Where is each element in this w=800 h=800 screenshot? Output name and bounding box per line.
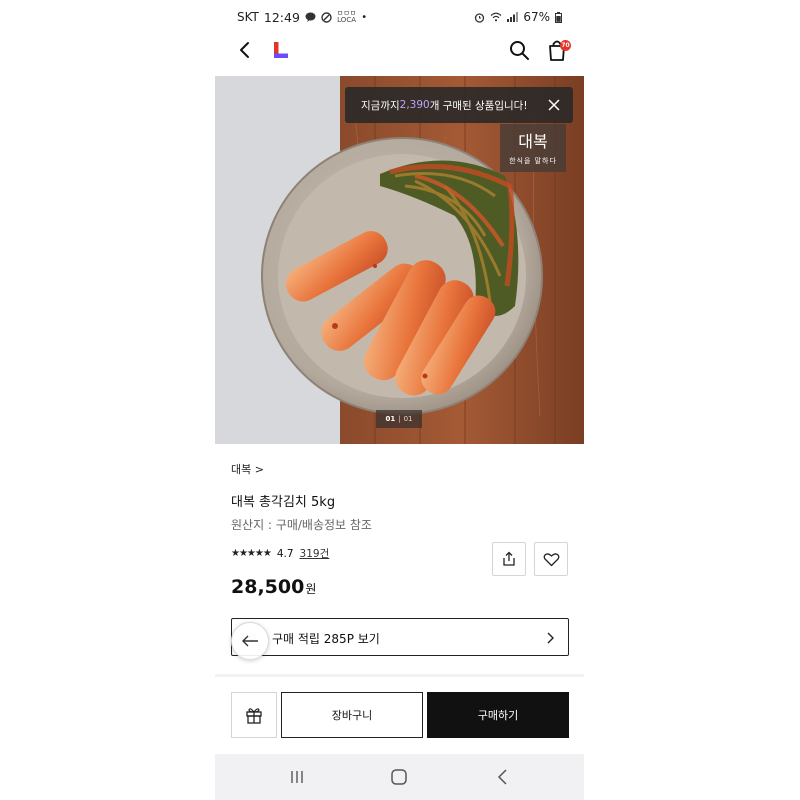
star-rating-icon: ★★★★★ xyxy=(231,548,272,559)
arrow-left-icon xyxy=(242,635,258,647)
product-title: 대복 총각김치 5kg xyxy=(231,495,336,510)
pager-separator: | xyxy=(398,415,401,423)
buy-now-button[interactable]: 구매하기 xyxy=(427,692,569,738)
banner-prefix: 지금까지 xyxy=(361,99,400,112)
add-to-cart-button[interactable]: 장바구니 xyxy=(281,692,423,738)
cart-count-badge: 70 xyxy=(560,40,571,51)
app-logo-icon: ㅁㅁㅁ LOCA xyxy=(336,9,357,24)
app-notification-icon xyxy=(321,11,332,23)
price-value: 28,500 xyxy=(231,576,305,598)
brand-watermark: 대복 한식을 말하다 xyxy=(500,124,566,172)
purchase-count: 2,390 xyxy=(399,99,430,111)
back-arrow-icon[interactable] xyxy=(235,40,255,60)
carrier-label: SKT xyxy=(237,10,259,24)
brand-link[interactable]: 대복 > xyxy=(231,461,264,477)
floating-back-button[interactable] xyxy=(231,622,269,660)
share-icon xyxy=(503,551,515,566)
app-screen: SKT 12:49 ㅁㅁㅁ LOCA • 67% 70 지금까지 2,390 개… xyxy=(215,0,584,800)
brand-watermark-title: 대복 xyxy=(518,132,548,151)
gift-button[interactable] xyxy=(231,692,277,738)
banner-suffix: 개 구매된 상품입니다! xyxy=(429,99,528,112)
wifi-icon xyxy=(490,12,502,22)
chevron-right-icon xyxy=(547,632,554,644)
app-header xyxy=(215,34,584,66)
system-navigation-bar xyxy=(215,754,584,800)
lotte-on-logo-icon[interactable] xyxy=(271,40,291,60)
heart-icon xyxy=(543,552,559,566)
signal-icon xyxy=(507,12,519,22)
price-currency: 원 xyxy=(305,582,317,596)
share-button[interactable] xyxy=(492,542,526,576)
product-origin: 원산지 : 구매/배송정보 참조 xyxy=(231,518,372,532)
points-text: 구매 적립 285P 보기 xyxy=(272,632,380,646)
rating-row: ★★★★★ 4.7 319건 xyxy=(231,546,329,561)
battery-icon xyxy=(555,11,562,23)
search-icon[interactable] xyxy=(508,39,530,61)
rating-value: 4.7 xyxy=(276,547,294,560)
brand-watermark-subtitle: 한식을 말하다 xyxy=(509,157,557,165)
chat-bubble-icon xyxy=(305,12,316,22)
gift-icon xyxy=(246,708,262,724)
close-icon[interactable] xyxy=(547,98,561,112)
recent-apps-icon[interactable] xyxy=(288,769,306,785)
product-image[interactable]: 지금까지 2,390 개 구매된 상품입니다! 대복 한식을 말하다 01 | … xyxy=(215,76,584,444)
product-price: 28,500원 xyxy=(231,576,316,598)
more-notifications-dot-icon: • xyxy=(361,11,368,23)
time-label: 12:49 xyxy=(263,9,300,25)
status-bar: SKT 12:49 ㅁㅁㅁ LOCA • 67% xyxy=(215,0,584,34)
wishlist-button[interactable] xyxy=(534,542,568,576)
points-info-button[interactable]: 적립 구매 적립 285P 보기 xyxy=(231,618,569,656)
section-divider xyxy=(215,674,584,677)
image-pager: 01 | 01 xyxy=(376,410,422,428)
review-count-link[interactable]: 319건 xyxy=(300,546,330,561)
status-left: SKT 12:49 ㅁㅁㅁ LOCA • xyxy=(237,10,367,25)
system-back-icon[interactable] xyxy=(496,768,510,786)
purchase-count-banner: 지금까지 2,390 개 구매된 상품입니다! xyxy=(345,87,573,123)
status-right: 67% xyxy=(474,10,562,24)
alarm-icon xyxy=(474,12,485,23)
pager-current: 01 xyxy=(385,415,396,423)
home-icon[interactable] xyxy=(390,768,408,786)
pager-total: 01 xyxy=(403,415,413,423)
battery-percent: 67% xyxy=(523,10,550,24)
